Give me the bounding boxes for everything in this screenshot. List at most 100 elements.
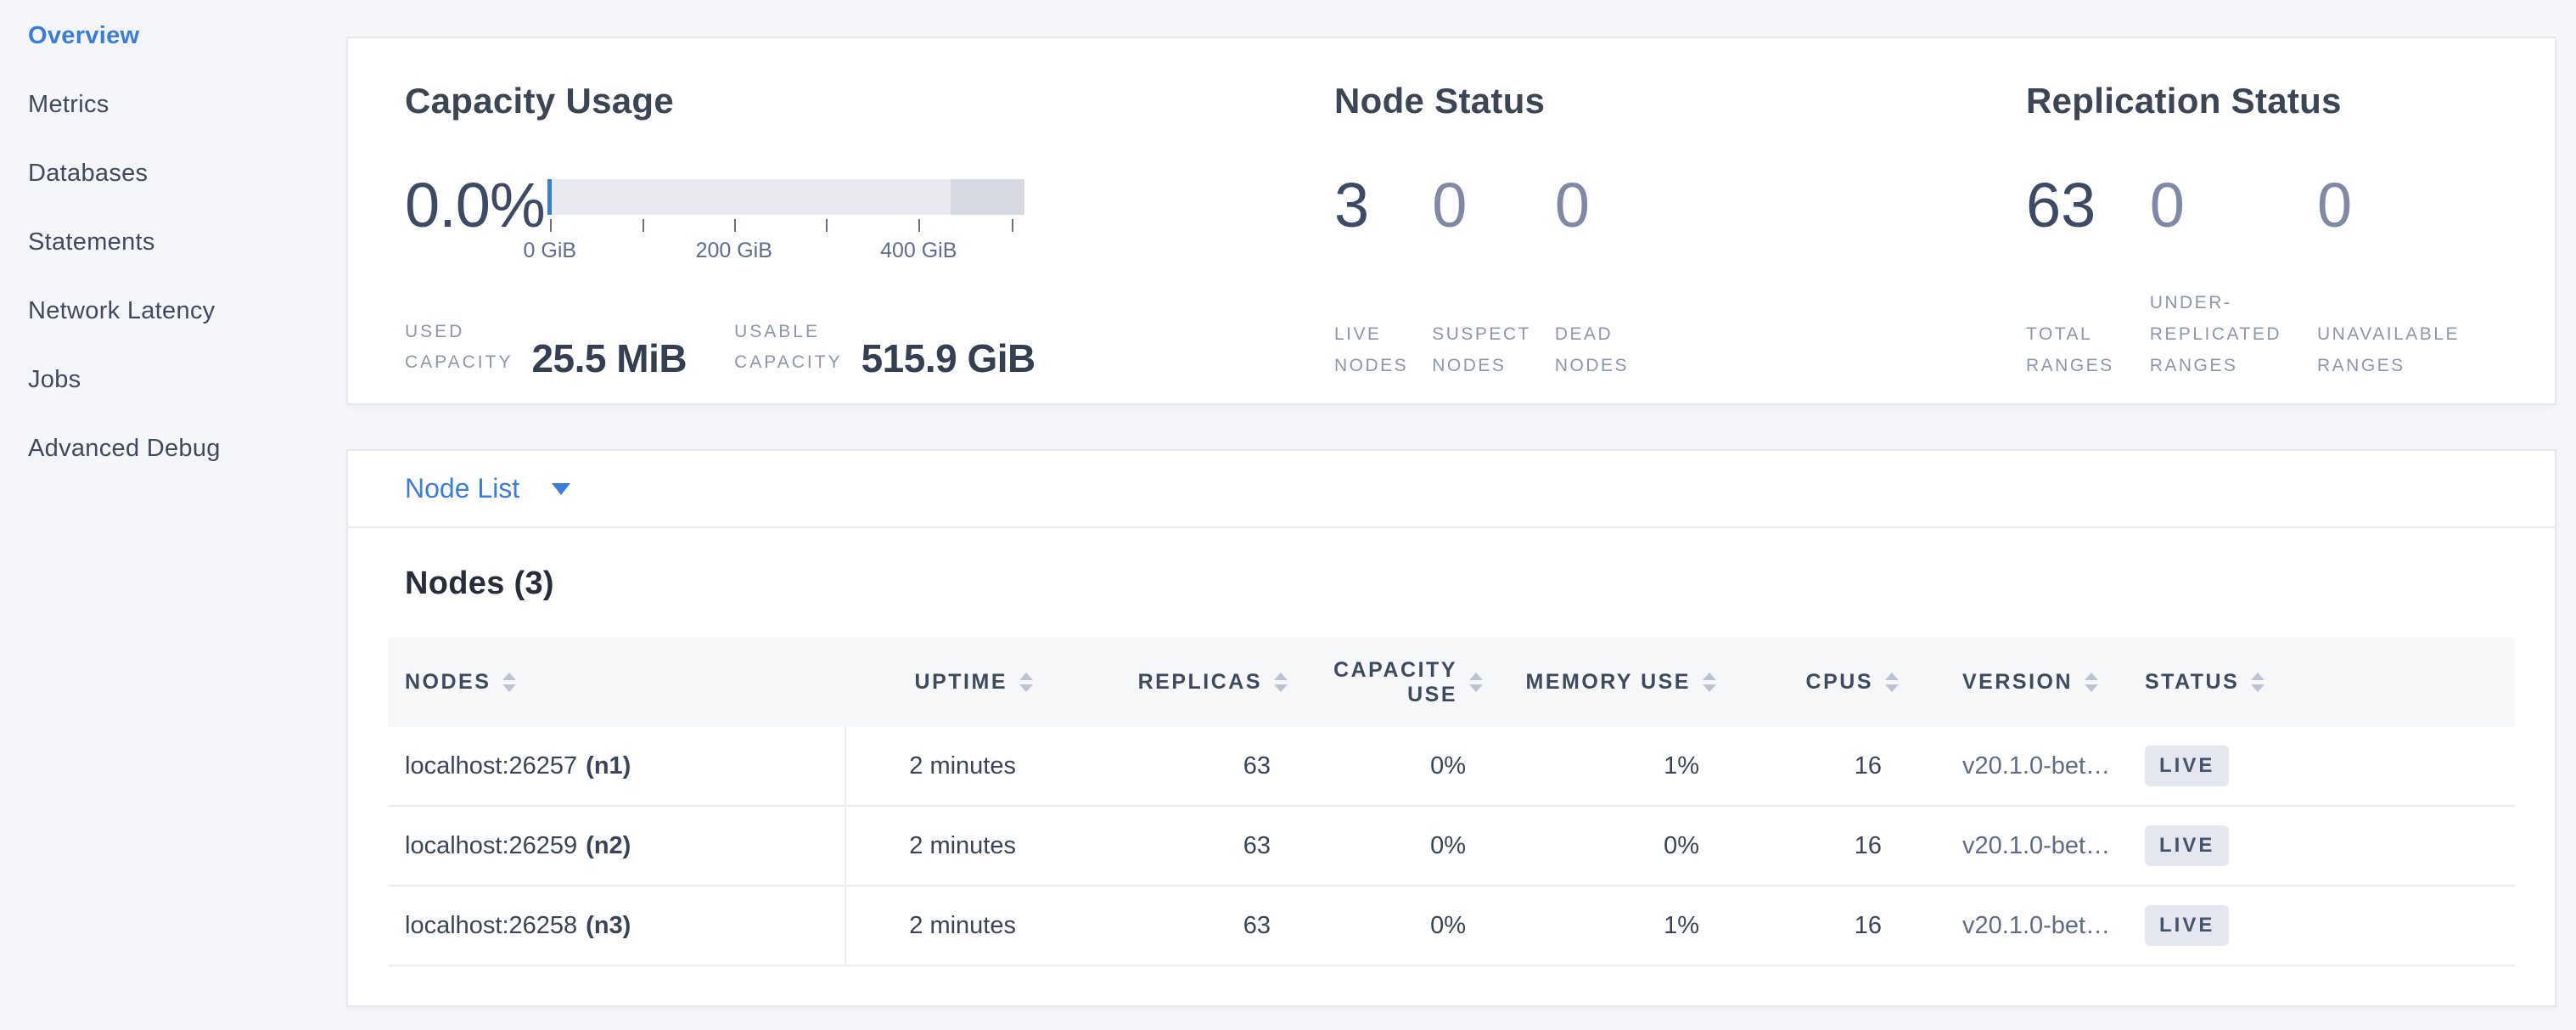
unavailable-ranges-label: UNAVAILABLE RANGES	[2317, 318, 2460, 381]
cpus-cell: 16	[1716, 912, 1899, 940]
status-badge: LIVE	[2145, 746, 2229, 786]
sidebar-item-network-latency[interactable]: Network Latency	[0, 277, 346, 346]
capacity-bar-other-segment	[951, 179, 1024, 215]
node-list-dropdown[interactable]: Node List	[348, 451, 2555, 528]
sidebar-item-jobs[interactable]: Jobs	[0, 346, 346, 414]
version-cell: v20.1.0-bet…	[1899, 912, 2119, 940]
capacity-bar-used-marker	[547, 179, 552, 215]
total-ranges-value: 63	[2026, 179, 2114, 232]
suspect-nodes-stat: 0 SUSPECT NODES	[1432, 179, 1531, 381]
node-id: (n3)	[586, 912, 631, 940]
sort-icon	[1274, 673, 1288, 692]
live-nodes-stat: 3 LIVE NODES	[1334, 179, 1408, 381]
capacity-bar-track	[547, 179, 1024, 215]
column-header-uptime[interactable]: UPTIME	[846, 638, 1033, 727]
replication-status-title: Replication Status	[2026, 81, 2555, 121]
sort-icon	[2251, 673, 2265, 692]
nodes-table-title: Nodes (3)	[405, 566, 2515, 602]
status-badge: LIVE	[2145, 825, 2229, 866]
capacity-use-cell: 0%	[1288, 832, 1483, 860]
table-row-node-1[interactable]: localhost:26257(n1) 2 minutes 63 0% 1% 1…	[388, 727, 2515, 807]
unavailable-ranges-stat: 0 UNAVAILABLE RANGES	[2317, 179, 2460, 381]
live-nodes-label: LIVE NODES	[1334, 318, 1408, 381]
sidebar-item-advanced-debug[interactable]: Advanced Debug	[0, 414, 346, 483]
nodes-card: Node List Nodes (3) NODES UPTIME REPLICA…	[346, 449, 2556, 1007]
main-content: Capacity Usage 0.0% 0 GiB 200 GiB 400 Gi…	[346, 0, 2556, 1007]
sort-icon	[1469, 673, 1483, 692]
version-cell: v20.1.0-bet…	[1899, 832, 2119, 860]
node-status-section: Node Status 3 LIVE NODES 0 SUSPECT NODES…	[1334, 81, 2026, 403]
column-header-memory-use[interactable]: MEMORY USE	[1483, 638, 1716, 727]
column-header-nodes[interactable]: NODES	[388, 638, 846, 727]
cpus-cell: 16	[1716, 832, 1899, 860]
node-address-cell: localhost:26259(n2)	[388, 807, 846, 885]
usable-capacity-label: USABLE CAPACITY	[734, 317, 842, 381]
column-header-version[interactable]: VERSION	[1899, 638, 2119, 727]
dead-nodes-stat: 0 DEAD NODES	[1555, 179, 1629, 381]
status-cell: LIVE	[2119, 905, 2515, 946]
sidebar: Overview Metrics Databases Statements Ne…	[0, 0, 346, 483]
memory-use-cell: 1%	[1483, 752, 1716, 780]
replicas-cell: 63	[1033, 912, 1288, 940]
cpus-cell: 16	[1716, 752, 1899, 780]
column-header-cpus[interactable]: CPUS	[1716, 638, 1899, 727]
dead-nodes-label: DEAD NODES	[1555, 318, 1629, 381]
column-header-status[interactable]: STATUS	[2119, 638, 2515, 727]
nodes-table: NODES UPTIME REPLICAS CAPACITY USE MEMOR…	[388, 638, 2515, 966]
capacity-usage-title: Capacity Usage	[405, 81, 1334, 121]
column-header-replicas[interactable]: REPLICAS	[1033, 638, 1288, 727]
used-capacity-metric: USED CAPACITY 25.5 MiB	[405, 317, 687, 381]
sidebar-item-statements[interactable]: Statements	[0, 208, 346, 277]
node-address-cell: localhost:26258(n3)	[388, 886, 846, 965]
capacity-axis-ticks	[547, 215, 1024, 234]
memory-use-cell: 0%	[1483, 832, 1716, 860]
column-header-capacity-use[interactable]: CAPACITY USE	[1288, 638, 1483, 727]
suspect-nodes-value: 0	[1432, 179, 1531, 232]
tick-label-400gib: 400 GiB	[880, 239, 957, 263]
sort-icon	[502, 673, 516, 692]
total-ranges-label: TOTAL RANGES	[2026, 318, 2114, 381]
version-cell: v20.1.0-bet…	[1899, 752, 2119, 780]
memory-use-cell: 1%	[1483, 912, 1716, 940]
sidebar-item-metrics[interactable]: Metrics	[0, 70, 346, 139]
nodes-section: Nodes (3) NODES UPTIME REPLICAS CAPACITY…	[348, 528, 2555, 966]
under-replicated-ranges-stat: 0 UNDER- REPLICATED RANGES	[2150, 179, 2281, 381]
sort-icon	[1019, 673, 1033, 692]
used-capacity-label: USED CAPACITY	[405, 317, 513, 381]
dead-nodes-value: 0	[1555, 179, 1629, 232]
used-capacity-value: 25.5 MiB	[531, 335, 687, 381]
sort-icon	[1885, 673, 1899, 692]
capacity-use-cell: 0%	[1288, 912, 1483, 940]
capacity-bar: 0 GiB 200 GiB 400 GiB	[547, 179, 1024, 264]
uptime-cell: 2 minutes	[846, 912, 1033, 940]
sidebar-item-databases[interactable]: Databases	[0, 139, 346, 208]
status-cell: LIVE	[2119, 746, 2515, 786]
suspect-nodes-label: SUSPECT NODES	[1432, 318, 1531, 381]
under-replicated-ranges-label: UNDER- REPLICATED RANGES	[2150, 287, 2281, 381]
nodes-table-header: NODES UPTIME REPLICAS CAPACITY USE MEMOR…	[388, 638, 2515, 727]
status-cell: LIVE	[2119, 825, 2515, 866]
tick-label-200gib: 200 GiB	[696, 239, 772, 263]
capacity-axis-labels: 0 GiB 200 GiB 400 GiB	[547, 239, 1024, 264]
node-address-cell: localhost:26257(n1)	[388, 727, 846, 805]
tick-label-0gib: 0 GiB	[524, 239, 577, 263]
unavailable-ranges-value: 0	[2317, 179, 2460, 232]
capacity-usage-section: Capacity Usage 0.0% 0 GiB 200 GiB 400 Gi…	[405, 81, 1334, 403]
replication-status-section: Replication Status 63 TOTAL RANGES 0 UND…	[2026, 81, 2555, 403]
table-row-node-2[interactable]: localhost:26259(n2) 2 minutes 63 0% 0% 1…	[388, 807, 2515, 886]
node-id: (n2)	[586, 832, 631, 860]
uptime-cell: 2 minutes	[846, 752, 1033, 780]
cluster-summary-card: Capacity Usage 0.0% 0 GiB 200 GiB 400 Gi…	[346, 37, 2556, 405]
usable-capacity-metric: USABLE CAPACITY 515.9 GiB	[734, 317, 1035, 381]
replicas-cell: 63	[1033, 832, 1288, 860]
table-row-node-3[interactable]: localhost:26258(n3) 2 minutes 63 0% 1% 1…	[388, 886, 2515, 966]
node-status-title: Node Status	[1334, 81, 2026, 121]
uptime-cell: 2 minutes	[846, 832, 1033, 860]
sidebar-item-overview[interactable]: Overview	[0, 2, 346, 70]
sort-icon	[2085, 673, 2098, 692]
replicas-cell: 63	[1033, 752, 1288, 780]
usable-capacity-value: 515.9 GiB	[861, 335, 1035, 381]
status-badge: LIVE	[2145, 905, 2229, 946]
node-id: (n1)	[586, 752, 631, 780]
capacity-use-cell: 0%	[1288, 752, 1483, 780]
